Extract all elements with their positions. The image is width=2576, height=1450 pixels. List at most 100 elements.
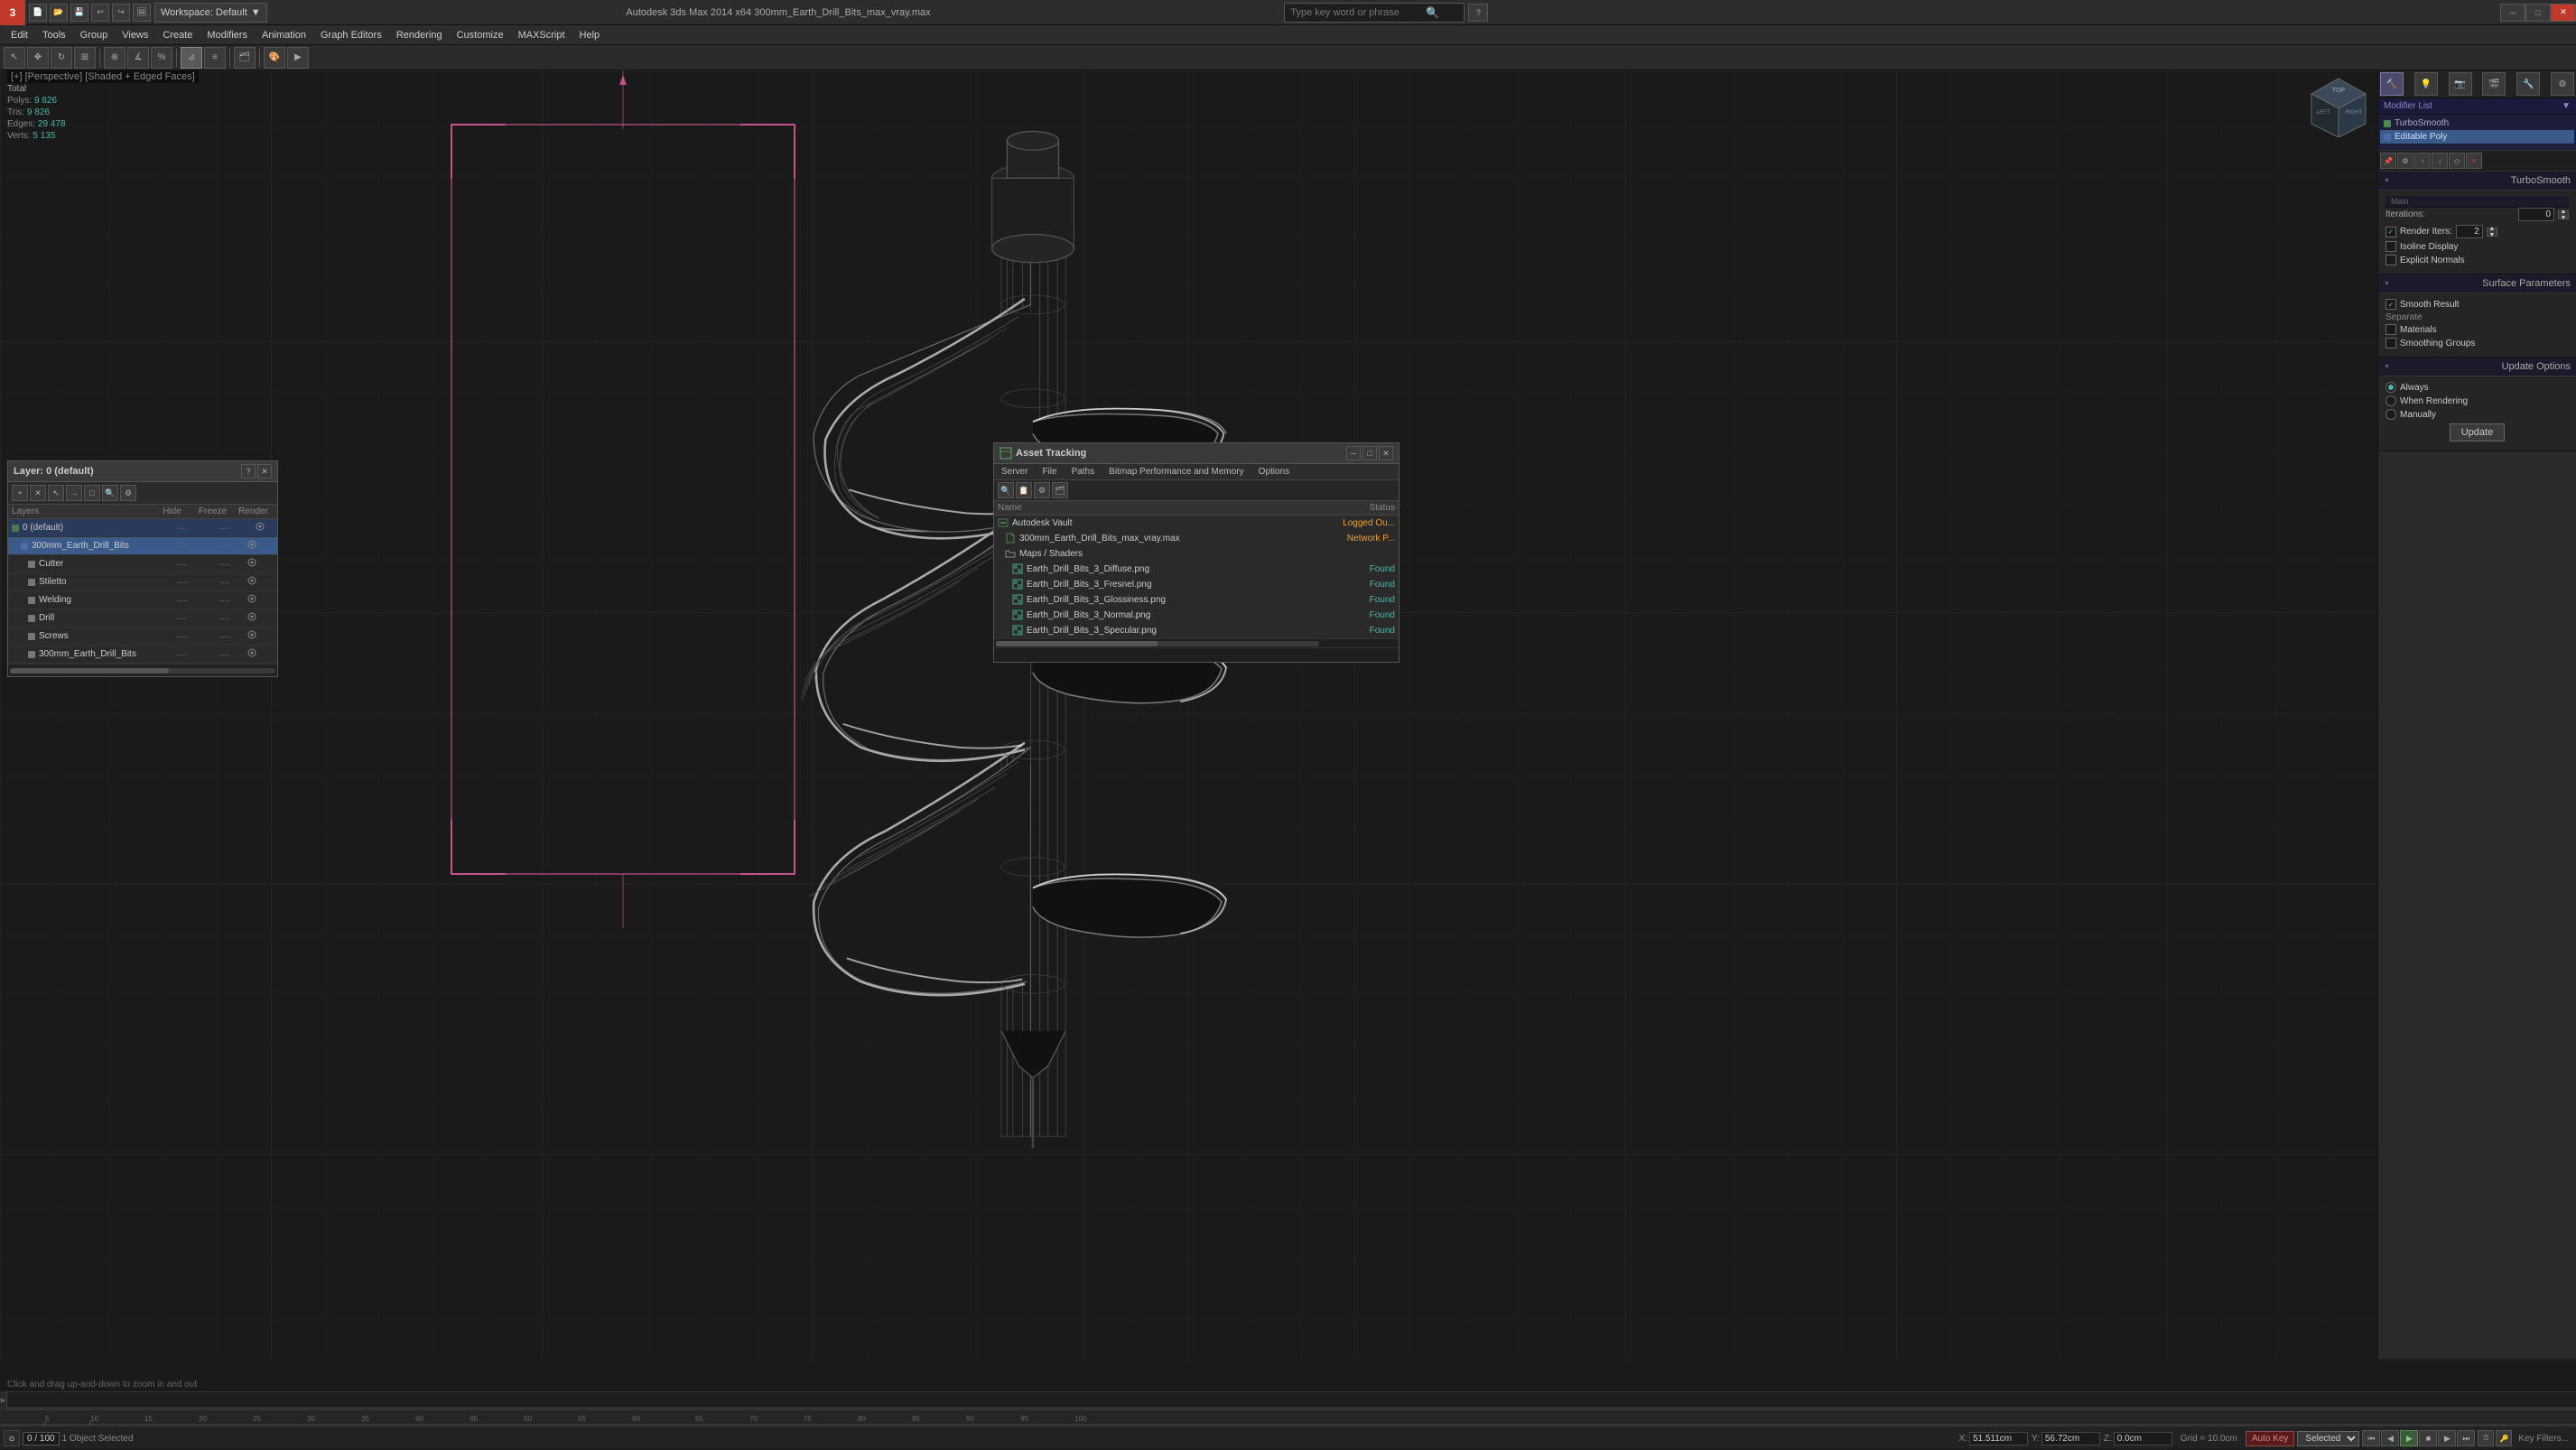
layer-create-button[interactable]: □ [84, 485, 100, 501]
update-button[interactable]: Update [2450, 423, 2505, 442]
layer-row-default[interactable]: 0 (default) ---- ---- [8, 519, 277, 537]
menu-modifiers[interactable]: Modifiers [200, 25, 255, 45]
pin-stack-button[interactable]: 📌 [2380, 153, 2396, 169]
layer-scrollbar-track[interactable] [10, 668, 275, 674]
selection-mode-dropdown[interactable]: Selected [2297, 1431, 2359, 1446]
key-filters-button[interactable]: 🔑 [2496, 1430, 2512, 1446]
motion-panel-tab[interactable]: 📷 [2449, 72, 2472, 96]
menu-maxscript[interactable]: MAXScript [511, 25, 572, 45]
z-coord-input[interactable] [2114, 1432, 2172, 1445]
asset-row-vault[interactable]: Autodesk Vault Logged Ou... [994, 516, 1399, 531]
first-frame-button[interactable]: ⏮ [2362, 1430, 2380, 1446]
angle-snap[interactable]: ∡ [127, 47, 149, 69]
menu-edit[interactable]: Edit [4, 25, 35, 45]
current-frame-display[interactable]: 0 / 100 [23, 1432, 60, 1445]
undo-button[interactable]: ↩ [91, 4, 109, 22]
next-frame-button[interactable]: ▶ [2438, 1430, 2456, 1446]
iterations-spinner[interactable]: ▲ ▼ [2558, 210, 2569, 219]
minimize-button[interactable]: ─ [2500, 4, 2525, 22]
layer-row-stiletto[interactable]: Stiletto ---- ---- [8, 573, 277, 591]
search-input[interactable] [1290, 7, 1426, 18]
align-button[interactable]: ≡ [204, 47, 226, 69]
asset-menu-server[interactable]: Server [994, 464, 1035, 479]
auto-key-button[interactable]: Auto Key [2246, 1431, 2295, 1446]
viewport-cube[interactable]: TOP RIGHT LEFT [2307, 74, 2370, 137]
snap-toggle[interactable]: ⊕ [104, 47, 126, 69]
asset-panel-minimize[interactable]: ─ [1346, 446, 1361, 460]
layer-settings-button[interactable]: ⚙ [120, 485, 136, 501]
last-frame-button[interactable]: ⏭ [2457, 1430, 2475, 1446]
modifier-stack[interactable]: TurboSmooth Editable Poly [2378, 115, 2576, 151]
utilities-panel-tab[interactable]: 🔧 [2516, 72, 2540, 96]
menu-group[interactable]: Group [73, 25, 116, 45]
asset-btn-3[interactable]: ⚙ [1034, 482, 1050, 498]
smooth-result-checkbox[interactable] [2385, 299, 2396, 310]
asset-menu-options[interactable]: Options [1251, 464, 1297, 479]
settings-panel-tab[interactable]: ⚙ [2551, 72, 2574, 96]
layer-add-button[interactable]: + [12, 485, 28, 501]
layer-manager-button[interactable]: 🗂 [234, 47, 256, 69]
manually-radio[interactable] [2385, 409, 2396, 420]
layer-panel-help[interactable]: ? [241, 464, 256, 479]
menu-animation[interactable]: Animation [255, 25, 313, 45]
layer-panel-close[interactable]: ✕ [257, 464, 272, 479]
configure-button[interactable]: ⚙ [2397, 153, 2413, 169]
layer-delete-button[interactable]: ✕ [30, 485, 46, 501]
smoothing-groups-checkbox[interactable] [2385, 338, 2396, 349]
render-iters-checkbox[interactable] [2385, 227, 2396, 237]
prev-frame-button[interactable]: ◀ [2381, 1430, 2399, 1446]
move-up-button[interactable]: ↑ [2414, 153, 2431, 169]
new-file-button[interactable]: 📄 [29, 4, 47, 22]
layer-scrollbar-thumb[interactable] [10, 668, 169, 674]
mirror-button[interactable]: ⊿ [181, 47, 202, 69]
asset-row-maps[interactable]: Maps / Shaders [994, 546, 1399, 562]
timeline-track-container[interactable]: ▶ [0, 1391, 2576, 1409]
asset-row-specular[interactable]: Earth_Drill_Bits_3_Specular.png Found [994, 623, 1399, 638]
hierarchy-panel-tab[interactable]: 💡 [2414, 72, 2438, 96]
percent-snap[interactable]: % [151, 47, 172, 69]
render-iters-spinner[interactable]: ▲▼ [2487, 228, 2497, 237]
stop-button[interactable]: ■ [2419, 1430, 2437, 1446]
render-button[interactable]: 🎨 [264, 47, 285, 69]
move-down-button[interactable]: ↓ [2432, 153, 2448, 169]
scale-button[interactable]: ⊞ [74, 47, 96, 69]
modifier-turbosmooth[interactable]: TurboSmooth [2380, 116, 2574, 130]
asset-row-normal[interactable]: Earth_Drill_Bits_3_Normal.png Found [994, 608, 1399, 623]
maximize-button[interactable]: □ [2525, 4, 2551, 22]
save-file-button[interactable]: 💾 [70, 4, 88, 22]
display-panel-tab[interactable]: 🎬 [2482, 72, 2506, 96]
play-button[interactable]: ▶ [2400, 1430, 2418, 1446]
menu-graph-editors[interactable]: Graph Editors [313, 25, 389, 45]
when-rendering-radio[interactable] [2385, 395, 2396, 406]
layer-row-screws[interactable]: Screws ---- ---- [8, 627, 277, 646]
make-unique-button[interactable]: ◇ [2449, 153, 2465, 169]
surface-params-rollout-header[interactable]: Surface Parameters [2378, 274, 2576, 293]
always-radio[interactable] [2385, 382, 2396, 393]
layer-row-drill[interactable]: Drill ---- ---- [8, 609, 277, 627]
key-mode-button[interactable]: ⊙ [4, 1430, 20, 1446]
timeline-expand-btn[interactable]: ▶ [0, 1391, 7, 1409]
layer-find-button[interactable]: 🔍 [102, 485, 118, 501]
workspace-dropdown[interactable]: Workspace: Default ▼ [154, 3, 267, 23]
asset-menu-paths[interactable]: Paths [1065, 464, 1102, 479]
asset-row-fresnel[interactable]: Earth_Drill_Bits_3_Fresnel.png Found [994, 577, 1399, 592]
asset-path-bar[interactable] [994, 647, 1399, 662]
asset-scrollbar[interactable] [994, 638, 1399, 647]
open-file-button[interactable]: 📂 [50, 4, 68, 22]
modifier-panel-tab[interactable]: 🔨 [2380, 72, 2404, 96]
layer-row-cutter[interactable]: Cutter ---- ---- [8, 555, 277, 573]
asset-panel-close[interactable]: ✕ [1379, 446, 1393, 460]
menu-customize[interactable]: Customize [450, 25, 511, 45]
layer-row-drill-bits[interactable]: 300mm_Earth_Drill_Bits ---- ---- [8, 537, 277, 555]
iterations-input[interactable] [2518, 208, 2554, 221]
close-button[interactable]: ✕ [2551, 4, 2576, 22]
timeline-ruler[interactable] [7, 1391, 2576, 1409]
layer-select-button[interactable]: ↖ [48, 485, 64, 501]
asset-btn-1[interactable]: 🔍 [998, 482, 1014, 498]
rotate-button[interactable]: ↻ [51, 47, 72, 69]
materials-checkbox[interactable] [2385, 324, 2396, 335]
asset-panel-maximize[interactable]: □ [1362, 446, 1377, 460]
quick-render-button[interactable]: ▶ [287, 47, 309, 69]
time-config-button[interactable]: ⏱ [2478, 1430, 2494, 1446]
isoline-checkbox[interactable] [2385, 241, 2396, 252]
